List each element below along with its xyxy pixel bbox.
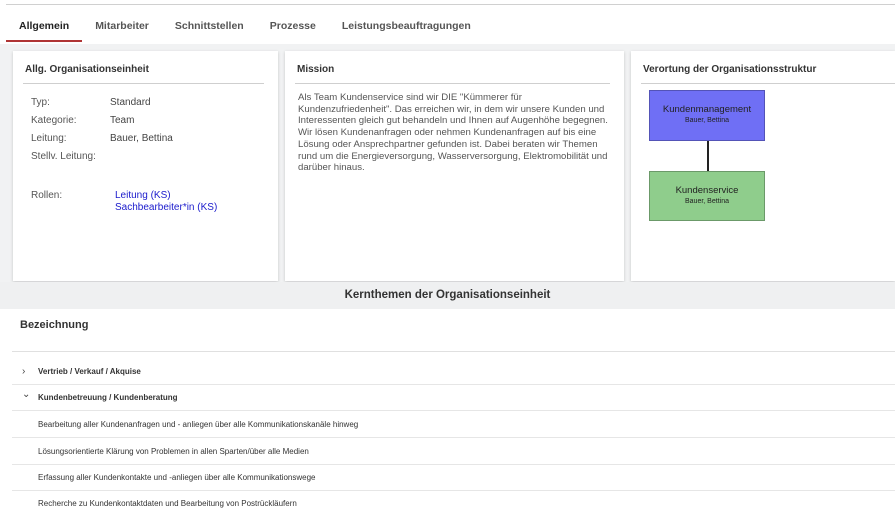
org-box-child[interactable]: Kundenservice Bauer, Bettina xyxy=(649,171,765,221)
mission-card: Mission Als Team Kundenservice sind wir … xyxy=(285,51,624,281)
org-unit-title: Allg. Organisationseinheit xyxy=(25,64,149,75)
topic-label: Recherche zu Kundenkontaktdaten und Bear… xyxy=(38,499,297,508)
group-row-vertrieb[interactable]: › Vertrieb / Verkauf / Akquise xyxy=(12,359,895,385)
role-link-leitung[interactable]: Leitung (KS) xyxy=(115,190,171,201)
type-label: Typ: xyxy=(31,97,50,108)
list-item[interactable]: Erfassung aller Kundenkontakte und -anli… xyxy=(12,465,895,491)
list-item[interactable]: Bearbeitung aller Kundenanfragen und - a… xyxy=(12,412,895,438)
tab-mitarbeiter[interactable]: Mitarbeiter xyxy=(82,14,162,42)
mission-text: Als Team Kundenservice sind wir DIE "Küm… xyxy=(298,92,608,174)
core-topics-header: Kernthemen der Organisationseinheit xyxy=(0,282,895,309)
card-divider xyxy=(641,83,895,84)
org-box-parent-name: Kundenmanagement xyxy=(662,104,752,115)
deputy-label: Stellv. Leitung: xyxy=(31,151,96,162)
category-value: Team xyxy=(110,115,135,126)
tab-leistungsbeauftragungen[interactable]: Leistungsbeauftragungen xyxy=(329,14,484,42)
column-header-bezeichnung[interactable]: Bezeichnung xyxy=(20,319,88,331)
card-divider xyxy=(295,83,610,84)
org-box-parent[interactable]: Kundenmanagement Bauer, Bettina xyxy=(649,90,765,141)
list-item[interactable]: Recherche zu Kundenkontaktdaten und Bear… xyxy=(12,491,895,513)
lead-value: Bauer, Bettina xyxy=(110,133,173,144)
column-header-divider xyxy=(12,351,895,352)
topic-label: Lösungsorientierte Klärung von Problemen… xyxy=(38,447,309,456)
structure-title: Verortung der Organisationsstruktur xyxy=(643,64,817,75)
card-divider xyxy=(23,83,264,84)
mission-title: Mission xyxy=(297,64,335,75)
info-cards-area: Allg. Organisationseinheit Typ: Standard… xyxy=(0,44,895,282)
top-divider xyxy=(6,4,895,5)
role-link-sachbearbeiter[interactable]: Sachbearbeiter*in (KS) xyxy=(115,202,217,213)
tab-schnittstellen[interactable]: Schnittstellen xyxy=(162,14,257,42)
topic-label: Erfassung aller Kundenkontakte und -anli… xyxy=(38,473,316,482)
category-label: Kategorie: xyxy=(31,115,77,126)
org-box-child-person: Bauer, Bettina xyxy=(685,198,729,205)
topic-label: Bearbeitung aller Kundenanfragen und - a… xyxy=(38,420,359,429)
structure-card: Verortung der Organisationsstruktur xyxy=(631,51,895,281)
tab-prozesse[interactable]: Prozesse xyxy=(257,14,329,42)
group-label: Vertrieb / Verkauf / Akquise xyxy=(38,367,141,376)
lead-label: Leitung: xyxy=(31,133,67,144)
org-unit-card: Allg. Organisationseinheit Typ: Standard… xyxy=(13,51,278,281)
roles-label: Rollen: xyxy=(31,190,63,201)
chevron-down-icon[interactable]: ⌄ xyxy=(22,382,30,408)
org-box-child-name: Kundenservice xyxy=(675,185,739,196)
tab-bar: Allgemein Mitarbeiter Schnittstellen Pro… xyxy=(6,14,484,42)
group-row-kundenbetreuung[interactable]: ⌄ Kundenbetreuung / Kundenberatung xyxy=(12,385,895,411)
list-item[interactable]: Lösungsorientierte Klärung von Problemen… xyxy=(12,439,895,465)
org-box-parent-person: Bauer, Bettina xyxy=(685,117,729,124)
org-connector-line xyxy=(707,141,709,171)
type-value: Standard xyxy=(110,97,151,108)
group-label: Kundenbetreuung / Kundenberatung xyxy=(38,393,178,402)
tab-allgemein[interactable]: Allgemein xyxy=(6,14,83,42)
